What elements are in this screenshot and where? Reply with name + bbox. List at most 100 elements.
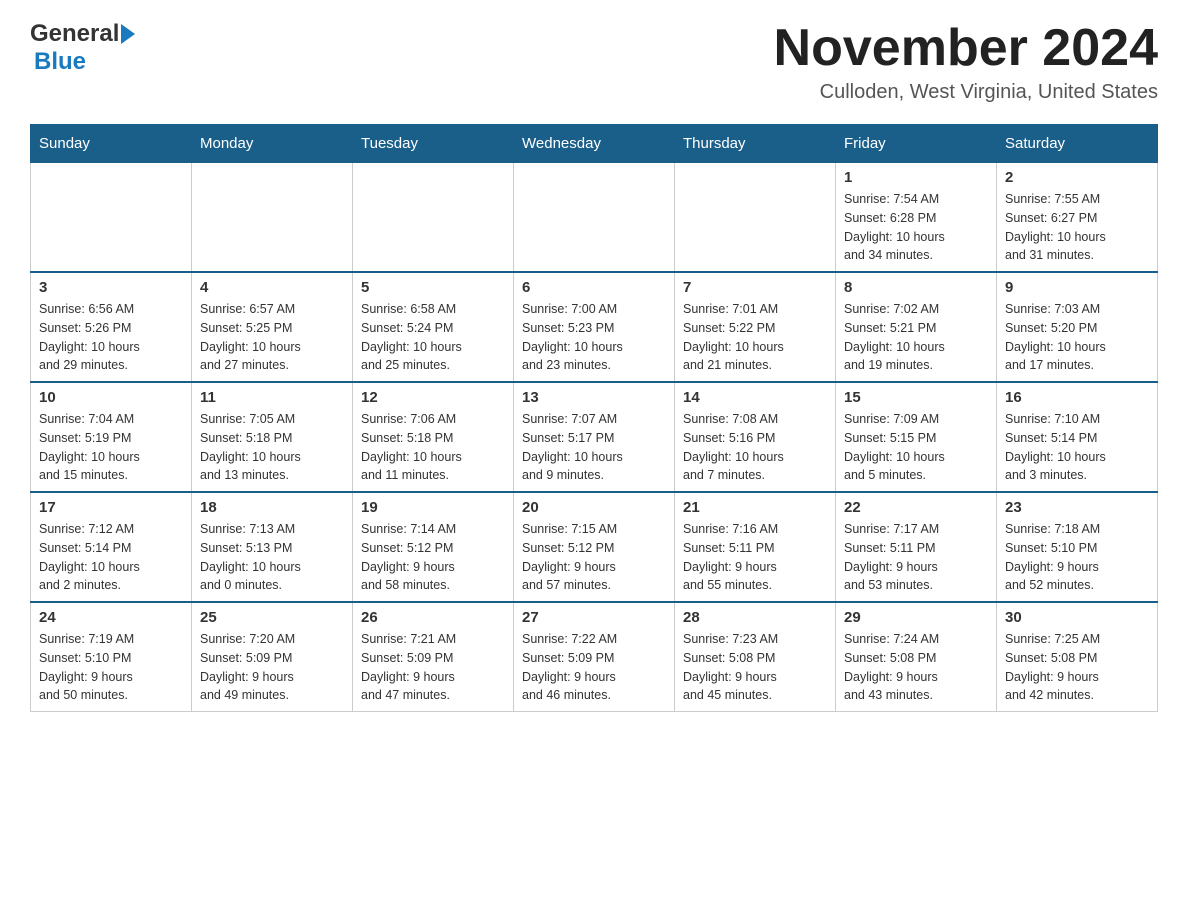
day-number: 2 <box>1005 169 1149 186</box>
calendar-header-saturday: Saturday <box>997 125 1158 163</box>
calendar-cell: 17 Sunrise: 7:12 AM Sunset: 5:14 PM Dayli… <box>31 492 192 602</box>
day-number: 15 <box>844 389 988 406</box>
day-info: Sunrise: 7:55 AM Sunset: 6:27 PM Dayligh… <box>1005 190 1149 265</box>
day-number: 13 <box>522 389 666 406</box>
header: General Blue November 2024 Culloden, Wes… <box>30 20 1158 104</box>
day-number: 25 <box>200 609 344 626</box>
day-info: Sunrise: 7:13 AM Sunset: 5:13 PM Dayligh… <box>200 520 344 595</box>
logo-blue-text: Blue <box>34 48 86 75</box>
day-info: Sunrise: 7:07 AM Sunset: 5:17 PM Dayligh… <box>522 410 666 485</box>
calendar-cell: 8 Sunrise: 7:02 AM Sunset: 5:21 PM Daylig… <box>836 272 997 382</box>
day-number: 12 <box>361 389 505 406</box>
logo-arrow-icon <box>121 24 135 44</box>
calendar-cell <box>31 163 192 273</box>
day-info: Sunrise: 7:09 AM Sunset: 5:15 PM Dayligh… <box>844 410 988 485</box>
day-number: 4 <box>200 279 344 296</box>
calendar-week-row: 24 Sunrise: 7:19 AM Sunset: 5:10 PM Dayli… <box>31 602 1158 712</box>
day-number: 9 <box>1005 279 1149 296</box>
day-info: Sunrise: 6:56 AM Sunset: 5:26 PM Dayligh… <box>39 300 183 375</box>
calendar-cell: 5 Sunrise: 6:58 AM Sunset: 5:24 PM Daylig… <box>353 272 514 382</box>
calendar-cell: 24 Sunrise: 7:19 AM Sunset: 5:10 PM Dayli… <box>31 602 192 712</box>
calendar-week-row: 10 Sunrise: 7:04 AM Sunset: 5:19 PM Dayli… <box>31 382 1158 492</box>
day-info: Sunrise: 7:24 AM Sunset: 5:08 PM Dayligh… <box>844 630 988 705</box>
day-info: Sunrise: 7:03 AM Sunset: 5:20 PM Dayligh… <box>1005 300 1149 375</box>
calendar-cell: 28 Sunrise: 7:23 AM Sunset: 5:08 PM Dayli… <box>675 602 836 712</box>
day-number: 5 <box>361 279 505 296</box>
calendar-header-sunday: Sunday <box>31 125 192 163</box>
calendar-header-row: SundayMondayTuesdayWednesdayThursdayFrid… <box>31 125 1158 163</box>
calendar-cell: 29 Sunrise: 7:24 AM Sunset: 5:08 PM Dayli… <box>836 602 997 712</box>
day-info: Sunrise: 7:17 AM Sunset: 5:11 PM Dayligh… <box>844 520 988 595</box>
calendar-cell: 27 Sunrise: 7:22 AM Sunset: 5:09 PM Dayli… <box>514 602 675 712</box>
calendar-cell: 2 Sunrise: 7:55 AM Sunset: 6:27 PM Daylig… <box>997 163 1158 273</box>
day-info: Sunrise: 7:05 AM Sunset: 5:18 PM Dayligh… <box>200 410 344 485</box>
day-number: 11 <box>200 389 344 406</box>
day-number: 28 <box>683 609 827 626</box>
day-info: Sunrise: 7:54 AM Sunset: 6:28 PM Dayligh… <box>844 190 988 265</box>
day-number: 30 <box>1005 609 1149 626</box>
title-area: November 2024 Culloden, West Virginia, U… <box>774 20 1158 104</box>
day-number: 10 <box>39 389 183 406</box>
day-number: 8 <box>844 279 988 296</box>
calendar-cell <box>353 163 514 273</box>
day-info: Sunrise: 7:00 AM Sunset: 5:23 PM Dayligh… <box>522 300 666 375</box>
day-number: 24 <box>39 609 183 626</box>
day-info: Sunrise: 7:04 AM Sunset: 5:19 PM Dayligh… <box>39 410 183 485</box>
logo-general-text: General <box>30 20 119 48</box>
day-info: Sunrise: 7:08 AM Sunset: 5:16 PM Dayligh… <box>683 410 827 485</box>
calendar-cell: 9 Sunrise: 7:03 AM Sunset: 5:20 PM Daylig… <box>997 272 1158 382</box>
calendar-header-friday: Friday <box>836 125 997 163</box>
calendar-cell: 6Sunrise: 7:00 AM Sunset: 5:23 PM Daylig… <box>514 272 675 382</box>
day-info: Sunrise: 7:25 AM Sunset: 5:08 PM Dayligh… <box>1005 630 1149 705</box>
calendar-cell: 4 Sunrise: 6:57 AM Sunset: 5:25 PM Daylig… <box>192 272 353 382</box>
calendar-cell: 13 Sunrise: 7:07 AM Sunset: 5:17 PM Dayli… <box>514 382 675 492</box>
calendar-cell: 26 Sunrise: 7:21 AM Sunset: 5:09 PM Dayli… <box>353 602 514 712</box>
calendar-cell: 18Sunrise: 7:13 AM Sunset: 5:13 PM Dayli… <box>192 492 353 602</box>
day-info: Sunrise: 7:18 AM Sunset: 5:10 PM Dayligh… <box>1005 520 1149 595</box>
day-number: 16 <box>1005 389 1149 406</box>
day-number: 22 <box>844 499 988 516</box>
day-info: Sunrise: 7:06 AM Sunset: 5:18 PM Dayligh… <box>361 410 505 485</box>
calendar-cell: 12 Sunrise: 7:06 AM Sunset: 5:18 PM Dayli… <box>353 382 514 492</box>
calendar-header-tuesday: Tuesday <box>353 125 514 163</box>
calendar-cell: 23Sunrise: 7:18 AM Sunset: 5:10 PM Dayli… <box>997 492 1158 602</box>
day-info: Sunrise: 7:19 AM Sunset: 5:10 PM Dayligh… <box>39 630 183 705</box>
calendar-cell: 30 Sunrise: 7:25 AM Sunset: 5:08 PM Dayli… <box>997 602 1158 712</box>
day-info: Sunrise: 6:58 AM Sunset: 5:24 PM Dayligh… <box>361 300 505 375</box>
calendar-header-thursday: Thursday <box>675 125 836 163</box>
day-number: 20 <box>522 499 666 516</box>
calendar-cell <box>675 163 836 273</box>
calendar-header-monday: Monday <box>192 125 353 163</box>
calendar-cell <box>192 163 353 273</box>
day-info: Sunrise: 7:22 AM Sunset: 5:09 PM Dayligh… <box>522 630 666 705</box>
day-number: 7 <box>683 279 827 296</box>
calendar-cell: 10 Sunrise: 7:04 AM Sunset: 5:19 PM Dayli… <box>31 382 192 492</box>
logo: General Blue <box>30 20 137 76</box>
day-info: Sunrise: 7:10 AM Sunset: 5:14 PM Dayligh… <box>1005 410 1149 485</box>
calendar-cell: 11 Sunrise: 7:05 AM Sunset: 5:18 PM Dayli… <box>192 382 353 492</box>
day-info: Sunrise: 7:12 AM Sunset: 5:14 PM Dayligh… <box>39 520 183 595</box>
day-info: Sunrise: 6:57 AM Sunset: 5:25 PM Dayligh… <box>200 300 344 375</box>
calendar-header-wednesday: Wednesday <box>514 125 675 163</box>
page-title: November 2024 <box>774 20 1158 77</box>
day-info: Sunrise: 7:02 AM Sunset: 5:21 PM Dayligh… <box>844 300 988 375</box>
day-info: Sunrise: 7:23 AM Sunset: 5:08 PM Dayligh… <box>683 630 827 705</box>
calendar-cell: 21Sunrise: 7:16 AM Sunset: 5:11 PM Dayli… <box>675 492 836 602</box>
day-info: Sunrise: 7:15 AM Sunset: 5:12 PM Dayligh… <box>522 520 666 595</box>
day-number: 17 <box>39 499 183 516</box>
calendar-week-row: 17 Sunrise: 7:12 AM Sunset: 5:14 PM Dayli… <box>31 492 1158 602</box>
calendar-table: SundayMondayTuesdayWednesdayThursdayFrid… <box>30 124 1158 712</box>
day-number: 3 <box>39 279 183 296</box>
day-number: 29 <box>844 609 988 626</box>
calendar-cell <box>514 163 675 273</box>
day-number: 21 <box>683 499 827 516</box>
page-subtitle: Culloden, West Virginia, United States <box>774 81 1158 104</box>
calendar-cell: 1Sunrise: 7:54 AM Sunset: 6:28 PM Daylig… <box>836 163 997 273</box>
calendar-cell: 20 Sunrise: 7:15 AM Sunset: 5:12 PM Dayli… <box>514 492 675 602</box>
day-number: 26 <box>361 609 505 626</box>
calendar-cell: 15 Sunrise: 7:09 AM Sunset: 5:15 PM Dayli… <box>836 382 997 492</box>
day-info: Sunrise: 7:21 AM Sunset: 5:09 PM Dayligh… <box>361 630 505 705</box>
calendar-week-row: 1Sunrise: 7:54 AM Sunset: 6:28 PM Daylig… <box>31 163 1158 273</box>
day-number: 19 <box>361 499 505 516</box>
day-number: 27 <box>522 609 666 626</box>
